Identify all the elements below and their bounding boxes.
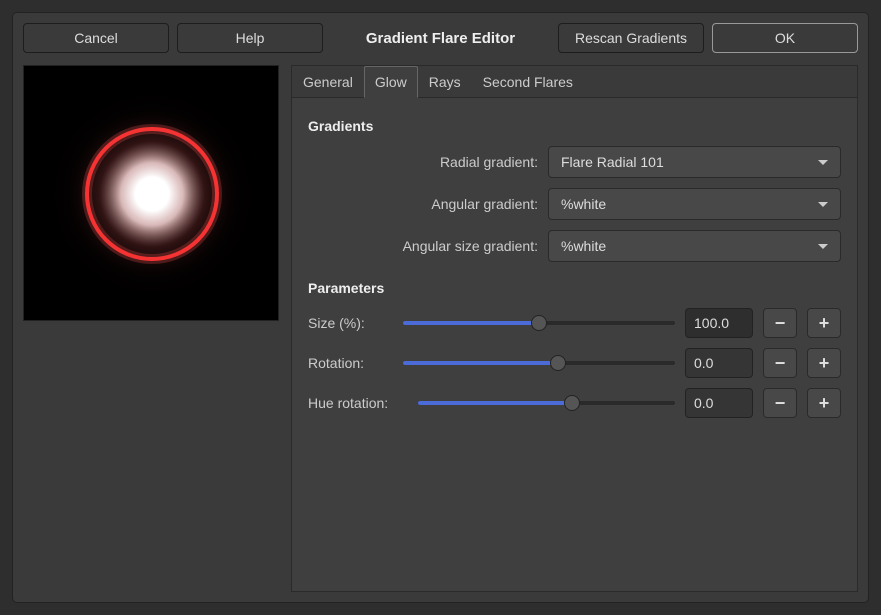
tab-bar: General Glow Rays Second Flares <box>292 66 857 98</box>
angular-size-gradient-select[interactable]: %white <box>548 230 841 262</box>
rotation-slider[interactable] <box>403 353 675 373</box>
hue-increment-button[interactable]: + <box>807 388 841 418</box>
size-increment-button[interactable]: + <box>807 308 841 338</box>
tab-rays[interactable]: Rays <box>418 66 472 97</box>
chevron-down-icon <box>818 160 828 165</box>
angular-size-gradient-label: Angular size gradient: <box>308 238 538 254</box>
angular-gradient-label: Angular gradient: <box>308 196 538 212</box>
size-label: Size (%): <box>308 315 393 331</box>
hue-rotation-slider[interactable] <box>418 393 675 413</box>
gradients-heading: Gradients <box>308 118 841 134</box>
minus-icon: − <box>775 394 786 412</box>
rotation-label: Rotation: <box>308 355 393 371</box>
minus-icon: − <box>775 314 786 332</box>
minus-icon: − <box>775 354 786 372</box>
flare-preview <box>23 65 279 321</box>
size-input[interactable]: 100.0 <box>685 308 753 338</box>
radial-gradient-label: Radial gradient: <box>308 154 538 170</box>
plus-icon: + <box>819 354 830 372</box>
hue-rotation-label: Hue rotation: <box>308 395 408 411</box>
plus-icon: + <box>819 314 830 332</box>
radial-gradient-select[interactable]: Flare Radial 101 <box>548 146 841 178</box>
dialog-title: Gradient Flare Editor <box>331 30 550 47</box>
cancel-button[interactable]: Cancel <box>23 23 169 53</box>
tab-general[interactable]: General <box>292 66 364 97</box>
chevron-down-icon <box>818 244 828 249</box>
size-slider[interactable] <box>403 313 675 333</box>
tab-second-flares[interactable]: Second Flares <box>472 66 584 97</box>
rotation-input[interactable]: 0.0 <box>685 348 753 378</box>
rescan-gradients-button[interactable]: Rescan Gradients <box>558 23 704 53</box>
hue-rotation-input[interactable]: 0.0 <box>685 388 753 418</box>
size-decrement-button[interactable]: − <box>763 308 797 338</box>
tab-glow[interactable]: Glow <box>364 66 418 98</box>
chevron-down-icon <box>818 202 828 207</box>
parameters-heading: Parameters <box>308 280 841 296</box>
dialog-toolbar: Cancel Help Gradient Flare Editor Rescan… <box>23 23 858 53</box>
rotation-increment-button[interactable]: + <box>807 348 841 378</box>
rotation-decrement-button[interactable]: − <box>763 348 797 378</box>
angular-gradient-select[interactable]: %white <box>548 188 841 220</box>
ok-button[interactable]: OK <box>712 23 858 53</box>
help-button[interactable]: Help <box>177 23 323 53</box>
plus-icon: + <box>819 394 830 412</box>
hue-decrement-button[interactable]: − <box>763 388 797 418</box>
